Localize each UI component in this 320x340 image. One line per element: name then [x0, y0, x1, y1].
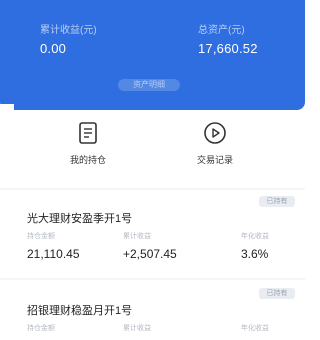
product-title: 光大理财安盈季开1号: [27, 213, 133, 225]
cumulative-earnings-value: +2,507.45: [123, 247, 177, 261]
asset-summary-header: 累计收益(元) 0.00 总资产(元) 17,660.52 资产明细: [0, 0, 305, 110]
play-circle-icon: [204, 122, 226, 144]
total-assets: 总资产(元) 17,660.52: [198, 21, 258, 56]
annual-yield-value: 3.6%: [241, 247, 269, 261]
item-separator: [0, 278, 305, 280]
holding-amount-value: 21,110.45: [27, 247, 80, 261]
asset-detail-link[interactable]: 资产明细: [118, 79, 180, 91]
holding-status-badge: 已持有: [259, 288, 295, 299]
card-corner: [0, 104, 14, 118]
annual-yield-label: 年化收益: [241, 233, 269, 240]
transaction-records-label: 交易记录: [196, 155, 233, 165]
annual-yield-label: 年化收益: [241, 325, 269, 332]
cumulative-earnings-label: 累计收益: [123, 325, 151, 332]
total-earnings: 累计收益(元) 0.00: [40, 21, 97, 56]
my-holdings-button[interactable]: 我的持仓: [53, 120, 123, 166]
quick-actions: 我的持仓 交易记录: [0, 120, 305, 180]
total-assets-value: 17,660.52: [198, 41, 258, 56]
document-list-icon: [79, 122, 97, 144]
product-title: 招银理财稳盈月开1号: [27, 305, 133, 317]
holding-amount-label: 持仓金额: [27, 233, 55, 240]
transaction-records-button[interactable]: 交易记录: [180, 120, 250, 166]
total-assets-label: 总资产(元): [198, 25, 245, 36]
total-earnings-label: 累计收益(元): [40, 25, 97, 36]
cumulative-earnings-label: 累计收益: [123, 233, 151, 240]
my-holdings-label: 我的持仓: [69, 155, 106, 165]
holding-status-badge: 已持有: [259, 196, 295, 207]
holding-amount-label: 持仓金额: [27, 325, 55, 332]
total-earnings-value: 0.00: [40, 41, 67, 56]
section-divider: [0, 188, 305, 190]
